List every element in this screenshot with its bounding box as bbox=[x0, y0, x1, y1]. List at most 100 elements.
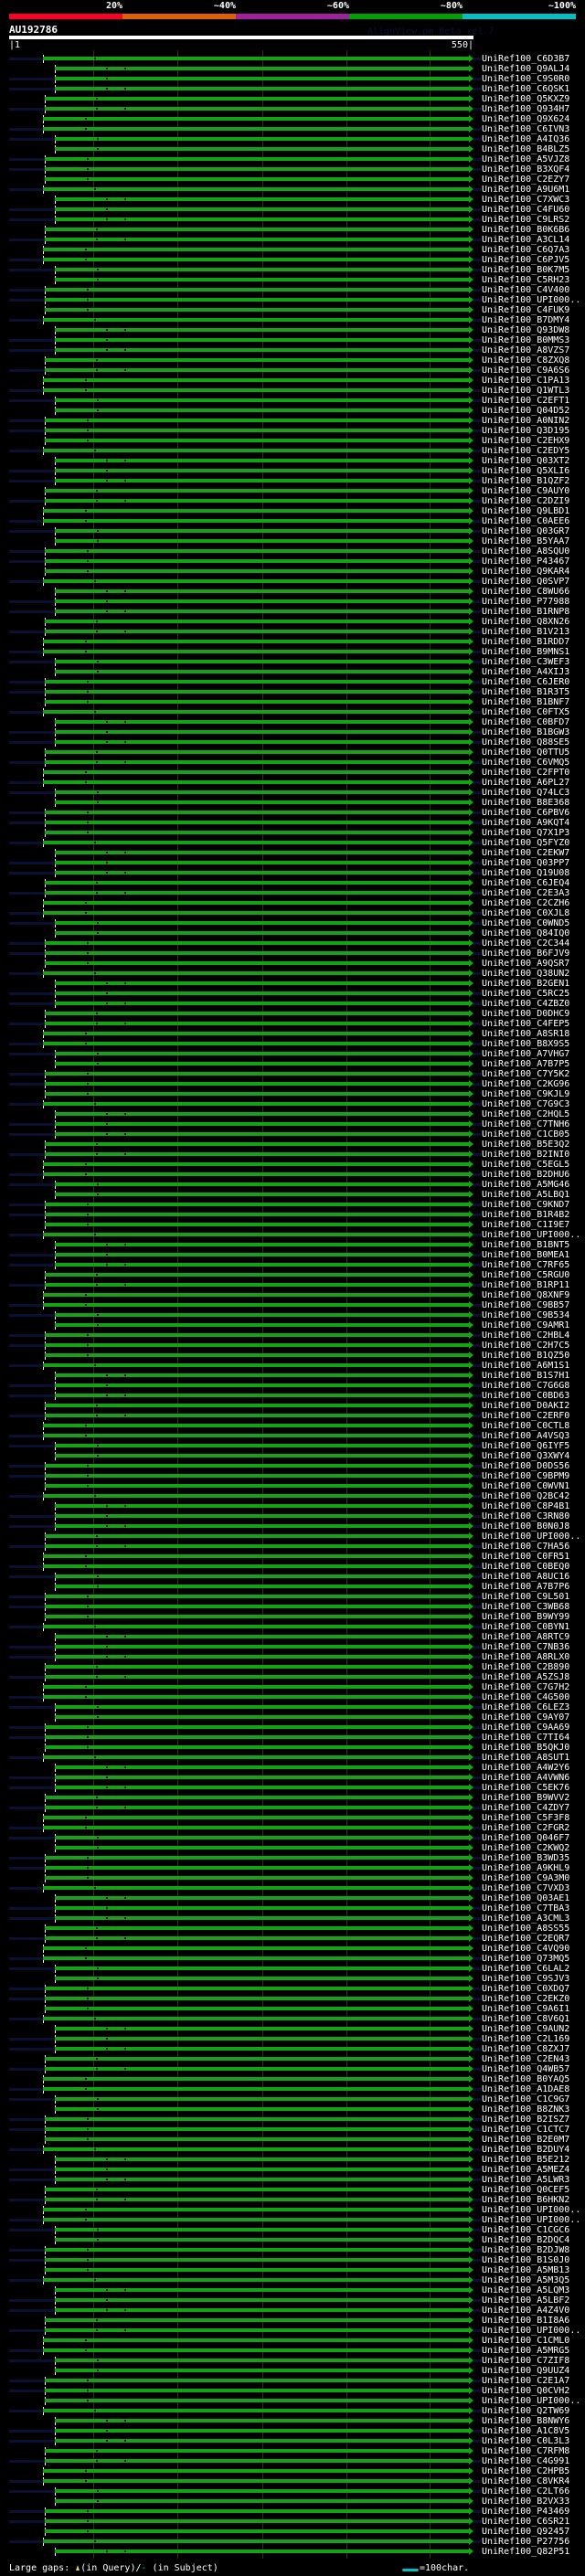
hit-label[interactable]: UniRef100_P27756 bbox=[482, 2537, 569, 2547]
hit-label[interactable]: UniRef100_C0BEQ0 bbox=[482, 1562, 569, 1572]
alignment-row[interactable]: UniRef100_B1BNT5 bbox=[0, 1240, 585, 1250]
alignment-row[interactable]: UniRef100_C2HBL4 bbox=[0, 1330, 585, 1341]
alignment-row[interactable]: UniRef100_C9S0R0 bbox=[0, 74, 585, 84]
hit-label[interactable]: UniRef100_B1R4B2 bbox=[482, 1210, 569, 1220]
alignment-row[interactable]: UniRef100_C2HQL5 bbox=[0, 1109, 585, 1119]
hit-bar[interactable] bbox=[45, 1142, 469, 1146]
hit-bar[interactable] bbox=[55, 2369, 469, 2372]
hit-bar[interactable] bbox=[43, 378, 469, 382]
hit-bar[interactable] bbox=[43, 1102, 469, 1106]
alignment-row[interactable]: UniRef100_C4VQ90 bbox=[0, 1944, 585, 1954]
alignment-row[interactable]: UniRef100_C2CZH6 bbox=[0, 898, 585, 908]
alignment-row[interactable]: UniRef100_D0DHC9 bbox=[0, 1009, 585, 1019]
hit-label[interactable]: UniRef100_C6LAL2 bbox=[482, 1964, 569, 1974]
alignment-row[interactable]: UniRef100_Q4WB57 bbox=[0, 2064, 585, 2074]
alignment-row[interactable]: UniRef100_P43467 bbox=[0, 557, 585, 567]
hit-label[interactable]: UniRef100_B1R3T5 bbox=[482, 687, 569, 697]
hit-label[interactable]: UniRef100_B1QZF2 bbox=[482, 476, 569, 486]
hit-bar[interactable] bbox=[45, 1404, 469, 1407]
hit-bar[interactable] bbox=[43, 650, 469, 653]
hit-label[interactable]: UniRef100_Q03PP7 bbox=[482, 858, 569, 868]
hit-label[interactable]: UniRef100_B9MNS1 bbox=[482, 647, 569, 657]
hit-label[interactable]: UniRef100_C4V400 bbox=[482, 285, 569, 295]
alignment-row[interactable]: UniRef100_Q5XLI6 bbox=[0, 466, 585, 476]
alignment-row[interactable]: UniRef100_B8X9S5 bbox=[0, 1039, 585, 1049]
hit-label[interactable]: UniRef100_B2DHU6 bbox=[482, 1170, 569, 1180]
hit-bar[interactable] bbox=[55, 1253, 469, 1256]
hit-bar[interactable] bbox=[55, 1373, 469, 1377]
hit-bar[interactable] bbox=[45, 2389, 469, 2392]
hit-label[interactable]: UniRef100_C7XWC3 bbox=[482, 195, 569, 205]
hit-bar[interactable] bbox=[43, 1162, 469, 1166]
alignment-row[interactable]: UniRef100_C7RFM8 bbox=[0, 2446, 585, 2456]
hit-label[interactable]: UniRef100_C9S0R0 bbox=[482, 74, 569, 84]
alignment-row[interactable]: UniRef100_Q1WTL3 bbox=[0, 386, 585, 396]
hit-bar[interactable] bbox=[55, 328, 469, 332]
hit-bar[interactable] bbox=[43, 901, 469, 905]
hit-bar[interactable] bbox=[43, 1494, 469, 1498]
alignment-row[interactable]: UniRef100_A4Z4V0 bbox=[0, 2306, 585, 2316]
hit-label[interactable]: UniRef100_C4G991 bbox=[482, 2456, 569, 2466]
alignment-row[interactable]: UniRef100_A4XIJ3 bbox=[0, 667, 585, 677]
hit-label[interactable]: UniRef100_B1S0J0 bbox=[482, 2255, 569, 2265]
hit-bar[interactable] bbox=[43, 2338, 469, 2342]
hit-label[interactable]: UniRef100_C6JER0 bbox=[482, 677, 569, 687]
hit-bar[interactable] bbox=[43, 841, 469, 844]
hit-bar[interactable] bbox=[45, 630, 469, 633]
hit-label[interactable]: UniRef100_A1DAE8 bbox=[482, 2084, 569, 2094]
alignment-row[interactable]: UniRef100_C9AA69 bbox=[0, 1723, 585, 1733]
hit-label[interactable]: UniRef100_C2KWQ2 bbox=[482, 1843, 569, 1853]
hit-label[interactable]: UniRef100_A6M1S1 bbox=[482, 1361, 569, 1371]
alignment-row[interactable]: UniRef100_A8SUT1 bbox=[0, 1753, 585, 1763]
hit-label[interactable]: UniRef100_C9SJV3 bbox=[482, 1974, 569, 1984]
alignment-row[interactable]: UniRef100_P77988 bbox=[0, 597, 585, 607]
hit-bar[interactable] bbox=[45, 1484, 469, 1488]
hit-label[interactable]: UniRef100_C9AUN2 bbox=[482, 2024, 569, 2034]
alignment-row[interactable]: UniRef100_B8NWY6 bbox=[0, 2416, 585, 2426]
alignment-row[interactable]: UniRef100_C2HPB5 bbox=[0, 2466, 585, 2476]
alignment-row[interactable]: UniRef100_A5LQM3 bbox=[0, 2285, 585, 2295]
hit-bar[interactable] bbox=[45, 2529, 469, 2533]
alignment-row[interactable]: UniRef100_C7NB36 bbox=[0, 1642, 585, 1652]
alignment-row[interactable]: UniRef100_C0BYN1 bbox=[0, 1622, 585, 1632]
hit-bar[interactable] bbox=[55, 479, 469, 482]
hit-label[interactable]: UniRef100_Q92457 bbox=[482, 2527, 569, 2537]
alignment-row[interactable]: UniRef100_C2EZY7 bbox=[0, 175, 585, 185]
hit-bar[interactable] bbox=[55, 720, 469, 724]
alignment-row[interactable]: UniRef100_Q9ALJ4 bbox=[0, 64, 585, 74]
alignment-row[interactable]: UniRef100_C0AEE6 bbox=[0, 516, 585, 526]
hit-label[interactable]: UniRef100_Q9ALJ4 bbox=[482, 64, 569, 74]
hit-label[interactable]: UniRef100_C3WB68 bbox=[482, 1602, 569, 1612]
alignment-row[interactable]: UniRef100_C1CTC7 bbox=[0, 2125, 585, 2135]
alignment-row[interactable]: UniRef100_C2EFT1 bbox=[0, 396, 585, 406]
hit-bar[interactable] bbox=[45, 891, 469, 895]
hit-label[interactable]: UniRef100_C9KJL9 bbox=[482, 1089, 569, 1099]
hit-label[interactable]: UniRef100_C5RC25 bbox=[482, 989, 569, 999]
alignment-row[interactable]: UniRef100_B9WY99 bbox=[0, 1612, 585, 1622]
hit-bar[interactable] bbox=[55, 1052, 469, 1055]
alignment-row[interactable]: UniRef100_A1C8V5 bbox=[0, 2426, 585, 2436]
alignment-row[interactable]: UniRef100_C2EQR7 bbox=[0, 1934, 585, 1944]
hit-bar[interactable] bbox=[55, 1906, 469, 1910]
alignment-row[interactable]: UniRef100_A5MEZ4 bbox=[0, 2165, 585, 2175]
alignment-row[interactable]: UniRef100_B0K6B6 bbox=[0, 225, 585, 235]
hit-label[interactable]: UniRef100_C9A6S6 bbox=[482, 366, 569, 376]
alignment-row[interactable]: UniRef100_C2EHX9 bbox=[0, 436, 585, 446]
hit-bar[interactable] bbox=[55, 1635, 469, 1638]
alignment-row[interactable]: UniRef100_Q04D52 bbox=[0, 406, 585, 416]
hit-bar[interactable] bbox=[45, 228, 469, 231]
hit-label[interactable]: UniRef100_Q3D195 bbox=[482, 426, 569, 436]
hit-bar[interactable] bbox=[45, 157, 469, 161]
alignment-row[interactable]: UniRef100_A8VZS7 bbox=[0, 345, 585, 355]
alignment-row[interactable]: UniRef100_C6PBV6 bbox=[0, 808, 585, 818]
hit-label[interactable]: UniRef100_C0BYN1 bbox=[482, 1622, 569, 1632]
alignment-row[interactable]: UniRef100_C2KG96 bbox=[0, 1079, 585, 1089]
alignment-row[interactable]: UniRef100_B9WVV2 bbox=[0, 1793, 585, 1803]
hit-label[interactable]: UniRef100_C2ERF0 bbox=[482, 1411, 569, 1421]
hit-label[interactable]: UniRef100_C9AMR1 bbox=[482, 1320, 569, 1330]
hit-label[interactable]: UniRef100_Q8XNF9 bbox=[482, 1290, 569, 1300]
hit-bar[interactable] bbox=[45, 2509, 469, 2513]
alignment-row[interactable]: UniRef100_B8ZNK3 bbox=[0, 2104, 585, 2115]
alignment-row[interactable]: UniRef100_C1C9G7 bbox=[0, 2094, 585, 2104]
hit-bar[interactable] bbox=[45, 429, 469, 432]
